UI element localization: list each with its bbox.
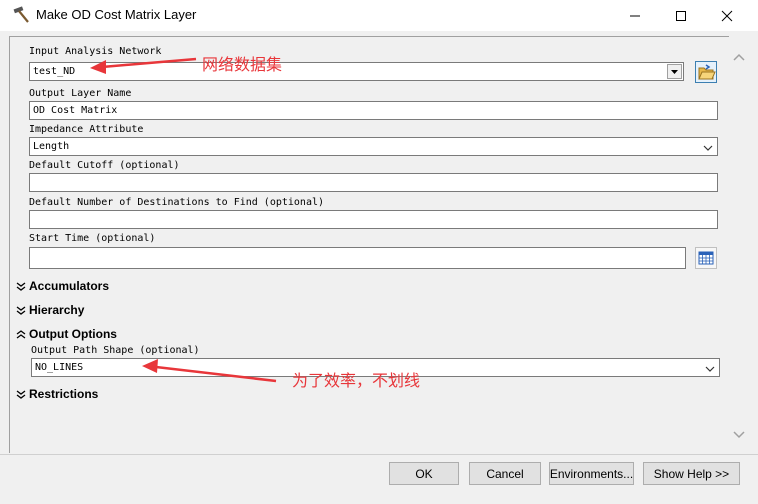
lines-arrow: [142, 359, 277, 383]
lines-annotation: 为了效率，不划线: [292, 371, 421, 390]
network-arrow: [90, 57, 197, 74]
environments-button[interactable]: Environments...: [549, 462, 634, 485]
ok-button[interactable]: OK: [389, 462, 459, 485]
network-annotation: 网络数据集: [202, 55, 283, 74]
cancel-button[interactable]: Cancel: [469, 462, 541, 485]
annotation-arrows: [90, 57, 277, 383]
footer-divider: [0, 454, 758, 455]
show-help-button[interactable]: Show Help >>: [643, 462, 740, 485]
